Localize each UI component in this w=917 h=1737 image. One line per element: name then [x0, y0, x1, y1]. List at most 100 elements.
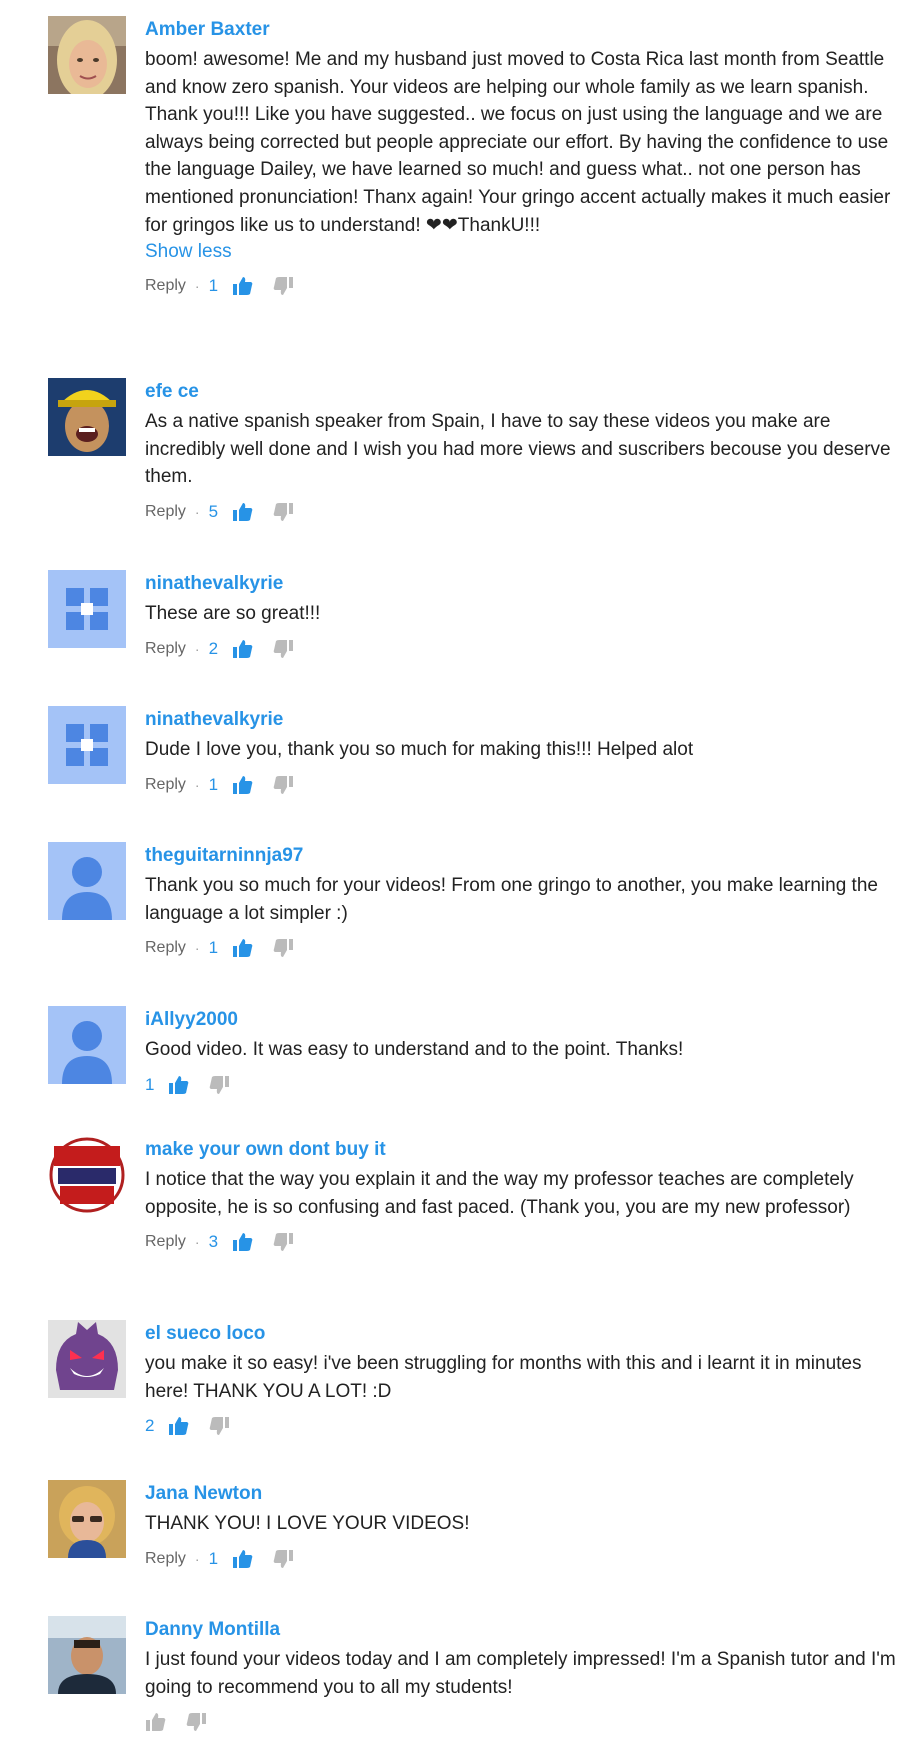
avatar-default-puzzle-icon	[48, 570, 126, 648]
avatar[interactable]	[48, 1136, 126, 1214]
reply-button[interactable]: Reply	[145, 503, 186, 521]
comment-author[interactable]: theguitarninnja97	[145, 844, 900, 872]
avatar-photo-woman-sunglasses-icon	[48, 1480, 126, 1558]
like-count: 1	[208, 276, 219, 296]
thumbs-up-icon[interactable]	[232, 774, 254, 796]
avatar-default-person-icon	[48, 1006, 126, 1084]
avatar-logo-make-your-own-icon	[48, 1136, 126, 1214]
like-count: 1	[208, 938, 219, 958]
comment-author[interactable]: efe ce	[145, 380, 900, 408]
separator-dot: ·	[194, 776, 200, 793]
avatar-photo-woman-blonde-icon	[48, 16, 126, 94]
comment-body: Jana Newton THANK YOU! I LOVE YOUR VIDEO…	[145, 1482, 900, 1574]
avatar[interactable]	[48, 1006, 126, 1084]
reply-button[interactable]: Reply	[145, 939, 186, 957]
comment-body: Amber Baxter boom! awesome! Me and my hu…	[145, 18, 900, 301]
avatar-purple-ghost-cartoon-icon	[48, 1320, 126, 1398]
comment-author[interactable]: make your own dont buy it	[145, 1138, 900, 1166]
thumbs-down-icon[interactable]	[272, 1231, 294, 1253]
thumbs-down-icon[interactable]	[208, 1415, 230, 1437]
like-count: 5	[208, 501, 219, 521]
comment-text: Dude I love you, thank you so much for m…	[145, 739, 694, 760]
comment-author[interactable]: iAllyy2000	[145, 1008, 900, 1036]
comment-author[interactable]: Danny Montilla	[145, 1618, 900, 1646]
show-less-link[interactable]: Show less	[145, 239, 900, 265]
like-count: 1	[208, 774, 219, 794]
comment-actions: Reply · 1	[145, 1544, 900, 1574]
avatar[interactable]	[48, 1480, 126, 1558]
thumbs-down-icon[interactable]	[208, 1074, 230, 1096]
avatar-default-puzzle-icon	[48, 706, 126, 784]
comment-text: I just found your videos today and I am …	[145, 1649, 896, 1698]
avatar[interactable]	[48, 842, 126, 920]
comment-text: THANK YOU! I LOVE YOUR VIDEOS!	[145, 1513, 470, 1534]
comment-author[interactable]: ninathevalkyrie	[145, 572, 900, 600]
thumbs-up-icon[interactable]	[232, 275, 254, 297]
thumbs-up-icon[interactable]	[232, 1548, 254, 1570]
comment-author[interactable]: Jana Newton	[145, 1482, 900, 1510]
thumbs-up-icon[interactable]	[232, 638, 254, 660]
comment-actions: Reply · 5	[145, 497, 900, 527]
comment-actions: Reply · 2	[145, 634, 900, 664]
separator-dot: ·	[194, 1550, 200, 1567]
thumbs-up-icon[interactable]	[168, 1415, 190, 1437]
avatar-default-person-icon	[48, 842, 126, 920]
comment-text: I notice that the way you explain it and…	[145, 1169, 854, 1218]
avatar[interactable]	[48, 706, 126, 784]
comment-actions: Reply · 1	[145, 933, 900, 963]
thumbs-up-icon[interactable]	[232, 1231, 254, 1253]
comment-text: Good video. It was easy to understand an…	[145, 1039, 684, 1060]
thumbs-down-icon[interactable]	[272, 774, 294, 796]
like-count: 2	[208, 638, 219, 658]
thumbs-down-icon[interactable]	[272, 275, 294, 297]
comment-body: efe ce As a native spanish speaker from …	[145, 380, 900, 527]
avatar[interactable]	[48, 570, 126, 648]
comment-actions: 1	[145, 1070, 900, 1100]
thumbs-up-icon[interactable]	[168, 1074, 190, 1096]
comment-text: you make it so easy! i've been strugglin…	[145, 1353, 862, 1402]
comment-actions: Reply · 3	[145, 1227, 900, 1257]
thumbs-up-icon[interactable]	[145, 1711, 167, 1733]
comment-text: Thank you so much for your videos! From …	[145, 875, 878, 924]
avatar[interactable]	[48, 16, 126, 94]
comment-actions: Reply · 1	[145, 271, 900, 301]
separator-dot: ·	[194, 640, 200, 657]
avatar[interactable]	[48, 1320, 126, 1398]
thumbs-down-icon[interactable]	[185, 1711, 207, 1733]
like-count: 2	[145, 1416, 155, 1436]
reply-button[interactable]: Reply	[145, 1233, 186, 1251]
comment-author[interactable]: Amber Baxter	[145, 18, 900, 46]
reply-button[interactable]: Reply	[145, 776, 186, 794]
thumbs-up-icon[interactable]	[232, 937, 254, 959]
comment-text: These are so great!!!	[145, 603, 321, 624]
comment-body: iAllyy2000 Good video. It was easy to un…	[145, 1008, 900, 1100]
comment-actions	[145, 1707, 900, 1737]
like-count: 1	[208, 1548, 219, 1568]
comment-body: ninathevalkyrie These are so great!!! Re…	[145, 572, 900, 664]
comment-text: boom! awesome! Me and my husband just mo…	[145, 49, 891, 236]
comment-body: Danny Montilla I just found your videos …	[145, 1618, 900, 1737]
like-count: 1	[145, 1074, 155, 1094]
avatar[interactable]	[48, 1616, 126, 1694]
comment-author[interactable]: el sueco loco	[145, 1322, 900, 1350]
reply-button[interactable]: Reply	[145, 277, 186, 295]
comment-author[interactable]: ninathevalkyrie	[145, 708, 900, 736]
comment-body: el sueco loco you make it so easy! i've …	[145, 1322, 900, 1441]
thumbs-down-icon[interactable]	[272, 937, 294, 959]
thumbs-down-icon[interactable]	[272, 501, 294, 523]
thumbs-up-icon[interactable]	[232, 501, 254, 523]
comment-actions: Reply · 1	[145, 770, 900, 800]
comment-text: As a native spanish speaker from Spain, …	[145, 411, 891, 488]
separator-dot: ·	[194, 503, 200, 520]
reply-button[interactable]: Reply	[145, 1550, 186, 1568]
comment-body: theguitarninnja97 Thank you so much for …	[145, 844, 900, 963]
thumbs-down-icon[interactable]	[272, 638, 294, 660]
separator-dot: ·	[194, 1234, 200, 1251]
reply-button[interactable]: Reply	[145, 640, 186, 658]
avatar[interactable]	[48, 378, 126, 456]
comment-body: make your own dont buy it I notice that …	[145, 1138, 900, 1257]
thumbs-down-icon[interactable]	[272, 1548, 294, 1570]
like-count: 3	[208, 1232, 219, 1252]
separator-dot: ·	[194, 940, 200, 957]
separator-dot: ·	[194, 278, 200, 295]
